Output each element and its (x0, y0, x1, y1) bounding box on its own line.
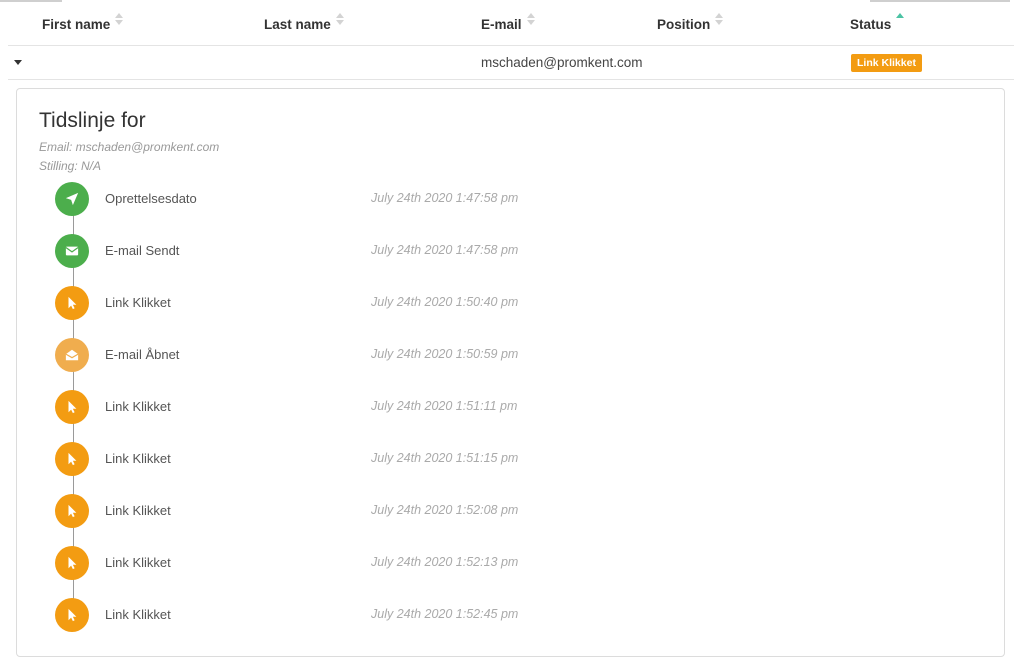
pointer-icon (55, 390, 89, 424)
timeline-panel: Tidslinje for Email: mschaden@promkent.c… (16, 88, 1005, 657)
pointer-icon (55, 598, 89, 632)
event-label: Link Klikket (105, 451, 171, 466)
event-label: Link Klikket (105, 503, 171, 518)
envelope-icon (55, 234, 89, 268)
page-divider-left (0, 0, 62, 2)
sort-icon (715, 13, 724, 27)
pointer-icon (55, 286, 89, 320)
event-label: Link Klikket (105, 607, 171, 622)
event-label: Link Klikket (105, 399, 171, 414)
event-label: Oprettelsesdato (105, 191, 197, 206)
column-header-first-name[interactable]: First name (42, 13, 124, 32)
timeline-title: Tidslinje for (39, 109, 146, 132)
pointer-icon (55, 546, 89, 580)
table-header: First name Last name E-mail Position Sta… (8, 8, 1014, 46)
sort-icon (335, 13, 344, 27)
event-time: July 24th 2020 1:50:40 pm (371, 295, 519, 309)
expand-caret-icon[interactable] (14, 60, 22, 65)
status-badge: Link Klikket (851, 54, 922, 72)
sort-icon (526, 13, 535, 27)
pointer-icon (55, 494, 89, 528)
table-row[interactable]: mschaden@promkent.com Link Klikket (8, 47, 1014, 80)
event-time: July 24th 2020 1:52:13 pm (371, 555, 519, 569)
pointer-icon (55, 442, 89, 476)
timeline-event: Link Klikket July 24th 2020 1:52:13 pm (55, 546, 615, 580)
event-label: Link Klikket (105, 555, 171, 570)
timeline-event: Oprettelsesdato July 24th 2020 1:47:58 p… (55, 182, 615, 216)
column-label: Last name (264, 17, 331, 32)
timeline-event: E-mail Sendt July 24th 2020 1:47:58 pm (55, 234, 615, 268)
event-time: July 24th 2020 1:50:59 pm (371, 347, 519, 361)
sort-ascending-icon (896, 13, 905, 27)
column-label: E-mail (481, 17, 522, 32)
timeline-event: Link Klikket July 24th 2020 1:51:11 pm (55, 390, 615, 424)
column-header-position[interactable]: Position (657, 13, 724, 32)
event-label: E-mail Sendt (105, 243, 180, 258)
envelope-open-icon (55, 338, 89, 372)
event-time: July 24th 2020 1:51:15 pm (371, 451, 519, 465)
timeline-event: Link Klikket July 24th 2020 1:51:15 pm (55, 442, 615, 476)
event-time: July 24th 2020 1:52:08 pm (371, 503, 519, 517)
sort-icon (115, 13, 124, 27)
event-time: July 24th 2020 1:51:11 pm (371, 399, 518, 413)
column-label: Status (850, 17, 892, 32)
event-time: July 24th 2020 1:52:45 pm (371, 607, 519, 621)
timeline-event: Link Klikket July 24th 2020 1:50:40 pm (55, 286, 615, 320)
rocket-icon (55, 182, 89, 216)
timeline-position: Stilling: N/A (39, 159, 102, 173)
event-time: July 24th 2020 1:47:58 pm (371, 243, 519, 257)
event-label: Link Klikket (105, 295, 171, 310)
email-cell: mschaden@promkent.com (481, 55, 643, 70)
column-header-last-name[interactable]: Last name (264, 13, 344, 32)
timeline-event: Link Klikket July 24th 2020 1:52:45 pm (55, 598, 615, 632)
column-header-status[interactable]: Status (850, 13, 905, 32)
column-label: Position (657, 17, 711, 32)
timeline-event: E-mail Åbnet July 24th 2020 1:50:59 pm (55, 338, 615, 372)
page-divider-right (870, 0, 1010, 2)
timeline-event: Link Klikket July 24th 2020 1:52:08 pm (55, 494, 615, 528)
column-header-email[interactable]: E-mail (481, 13, 535, 32)
event-time: July 24th 2020 1:47:58 pm (371, 191, 519, 205)
event-label: E-mail Åbnet (105, 347, 180, 362)
timeline-email: Email: mschaden@promkent.com (39, 140, 220, 154)
column-label: First name (42, 17, 111, 32)
